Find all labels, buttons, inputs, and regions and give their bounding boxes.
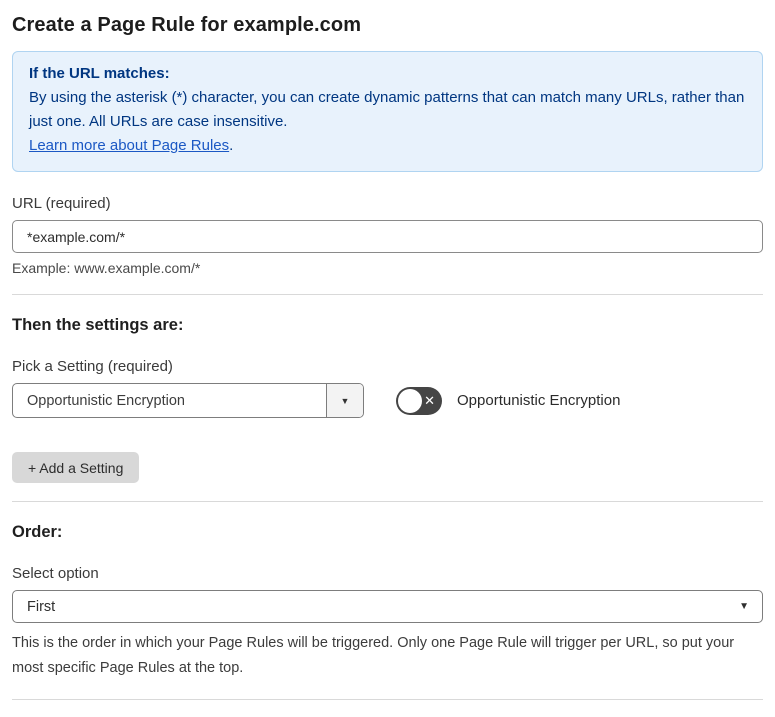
settings-section-heading: Then the settings are: bbox=[12, 316, 184, 334]
url-field-label: URL (required) bbox=[12, 195, 111, 212]
notice-heading: If the URL matches: bbox=[29, 65, 170, 82]
setting-dropdown[interactable]: Opportunistic Encryption ▼ bbox=[12, 383, 364, 418]
toggle-knob bbox=[398, 388, 422, 413]
order-select[interactable]: First ▼ bbox=[12, 590, 763, 623]
chevron-down-icon: ▼ bbox=[340, 395, 350, 406]
order-section-heading: Order: bbox=[12, 523, 63, 541]
opportunistic-encryption-toggle[interactable]: ✕ bbox=[396, 386, 442, 415]
setting-dropdown-arrow-button[interactable]: ▼ bbox=[326, 384, 363, 417]
setting-dropdown-value: Opportunistic Encryption bbox=[27, 392, 185, 409]
notice-link-suffix: . bbox=[229, 137, 234, 154]
order-select-value: First bbox=[27, 598, 56, 615]
page-title: Create a Page Rule for example.com bbox=[12, 14, 362, 36]
pick-setting-label: Pick a Setting (required) bbox=[12, 358, 173, 375]
order-select-label: Select option bbox=[12, 565, 99, 582]
chevron-down-icon: ▼ bbox=[739, 601, 749, 612]
notice-link-line: Learn more about Page Rules. bbox=[29, 134, 746, 158]
learn-more-link[interactable]: Learn more about Page Rules bbox=[29, 137, 229, 154]
toggle-off-x-icon: ✕ bbox=[424, 392, 435, 408]
divider bbox=[12, 501, 763, 502]
setting-row: Opportunistic Encryption ▼ ✕ Opportunist… bbox=[12, 383, 763, 418]
add-setting-button[interactable]: + Add a Setting bbox=[12, 452, 140, 483]
order-help-text: This is the order in which your Page Rul… bbox=[12, 635, 735, 676]
url-match-notice: If the URL matches: By using the asteris… bbox=[12, 51, 763, 172]
url-input[interactable] bbox=[12, 220, 763, 253]
toggle-label: Opportunistic Encryption bbox=[457, 392, 621, 409]
url-example-helper: Example: www.example.com/* bbox=[12, 260, 201, 276]
create-page-rule-form: Create a Page Rule for example.com If th… bbox=[0, 0, 775, 717]
notice-body: By using the asterisk (*) character, you… bbox=[29, 89, 745, 130]
divider bbox=[12, 699, 763, 700]
divider bbox=[12, 294, 763, 295]
